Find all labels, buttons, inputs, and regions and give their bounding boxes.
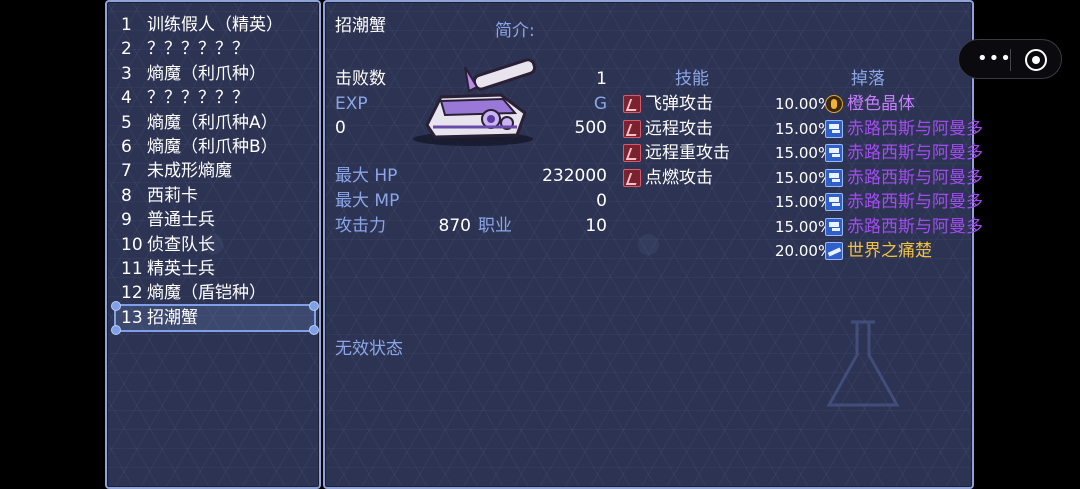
capsule-divider bbox=[1010, 49, 1011, 71]
drop-item-name: 橙色晶体 bbox=[847, 94, 915, 114]
gun-icon bbox=[825, 119, 843, 138]
drop-item-name: 赤路西斯与阿曼多 bbox=[847, 167, 983, 188]
max-hp-label: 最大 HP bbox=[335, 166, 398, 186]
cursor-handle bbox=[111, 301, 121, 311]
crystal-icon bbox=[825, 95, 843, 113]
enemy-list-window: 1 训练假人（精英） 2 ？？？？？？ 3 熵魔（利爪种） 4 ？？？？？？ 5 熵魔（利爪种A）… bbox=[105, 0, 321, 489]
skill-name: 远程重攻击 bbox=[645, 143, 730, 163]
invalid-status-label: 无效状态 bbox=[335, 339, 403, 359]
world-icon bbox=[825, 242, 843, 260]
job-value: 10 bbox=[585, 216, 607, 236]
skill-name: 飞弹攻击 bbox=[645, 94, 713, 114]
list-item-number: 7 bbox=[121, 161, 132, 182]
drops-header: 掉落 bbox=[851, 69, 885, 89]
drop-rate: 15.00% bbox=[775, 217, 833, 236]
list-item-name: 熵魔（盾铠种） bbox=[147, 283, 266, 304]
gun-icon bbox=[825, 144, 843, 162]
cursor-handle bbox=[309, 301, 319, 311]
list-item-number: 12 bbox=[121, 283, 143, 304]
list-item-number: 4 bbox=[121, 88, 132, 109]
drop-rate: 15.00% bbox=[775, 144, 833, 162]
drop-rate: 15.00% bbox=[775, 168, 833, 187]
list-item-number: 9 bbox=[121, 210, 132, 231]
skill-icon bbox=[623, 119, 641, 138]
list-item-name: 招潮蟹 bbox=[147, 307, 198, 328]
enemy-list-item[interactable]: 9 普通士兵 bbox=[121, 208, 215, 232]
enemy-list-item[interactable]: 5 熵魔（利爪种A） bbox=[121, 111, 278, 135]
enemy-list-item[interactable]: 13 招潮蟹 bbox=[121, 306, 198, 330]
skill-icon bbox=[623, 95, 641, 113]
enemy-list-item[interactable]: 12 熵魔（盾铠种） bbox=[121, 281, 266, 305]
list-item-number: 2 bbox=[121, 39, 132, 60]
cursor-handle bbox=[309, 325, 319, 335]
attack-value: 870 bbox=[438, 216, 471, 236]
defeat-label: 击败数 bbox=[335, 69, 386, 89]
skill-name: 点燃攻击 bbox=[645, 167, 713, 188]
list-item-name: 西莉卡 bbox=[147, 185, 198, 206]
list-item-number: 6 bbox=[121, 137, 132, 157]
list-item-name: 熵魔（利爪种A） bbox=[147, 112, 278, 133]
list-item-number: 8 bbox=[121, 185, 132, 206]
list-item-name: 训练假人（精英） bbox=[147, 15, 283, 35]
list-item-name: 熵魔（利爪种B） bbox=[147, 137, 278, 157]
list-item-name: 侦查队长 bbox=[147, 234, 215, 255]
enemy-list-item[interactable]: 8 西莉卡 bbox=[121, 184, 198, 208]
drop-rate: 15.00% bbox=[775, 193, 833, 211]
list-item-number: 10 bbox=[121, 234, 143, 255]
gun-icon bbox=[825, 217, 843, 236]
enemy-list-item[interactable]: 11 精英士兵 bbox=[121, 257, 215, 281]
drop-item-name: 赤路西斯与阿曼多 bbox=[847, 118, 983, 139]
g-value: 500 bbox=[574, 118, 607, 138]
enemy-name: 招潮蟹 bbox=[335, 16, 386, 36]
enemy-list-item[interactable]: 4 ？？？？？？ bbox=[121, 86, 249, 110]
gun-icon bbox=[825, 168, 843, 187]
list-item-name: 精英士兵 bbox=[147, 259, 215, 279]
attack-label: 攻击力 bbox=[335, 216, 386, 236]
list-item-number: 11 bbox=[121, 259, 143, 279]
max-mp-value: 0 bbox=[596, 191, 607, 211]
enemy-list-item[interactable]: 6 熵魔（利爪种B） bbox=[121, 135, 278, 159]
drop-rate: 20.00% bbox=[775, 242, 833, 260]
enemy-list-item[interactable]: 1 训练假人（精英） bbox=[121, 13, 283, 37]
list-item-name: ？？？？？？ bbox=[147, 88, 249, 109]
close-target-icon[interactable] bbox=[1025, 49, 1047, 71]
max-mp-label: 最大 MP bbox=[335, 191, 400, 211]
drop-rate: 10.00% bbox=[775, 95, 833, 113]
skill-icon bbox=[623, 168, 641, 187]
list-item-name: 熵魔（利爪种） bbox=[147, 63, 266, 84]
drop-item-name: 世界之痛楚 bbox=[847, 241, 932, 261]
exp-label: EXP bbox=[335, 94, 368, 114]
list-item-number: 3 bbox=[121, 63, 132, 84]
drop-item-name: 赤路西斯与阿曼多 bbox=[847, 143, 983, 163]
job-label: 职业 bbox=[478, 216, 512, 236]
intro-label: 简介: bbox=[495, 21, 535, 41]
max-hp-value: 232000 bbox=[542, 166, 607, 186]
list-item-number: 1 bbox=[121, 15, 132, 35]
skill-icon bbox=[623, 144, 641, 162]
list-item-number: 5 bbox=[121, 112, 132, 133]
drop-item-name: 赤路西斯与阿曼多 bbox=[847, 192, 983, 212]
enemy-list-item[interactable]: 7 未成形熵魔 bbox=[121, 159, 232, 183]
g-label: G bbox=[593, 94, 607, 114]
enemy-detail-window: 招潮蟹 简介: 击败数 1 EXP G 0 500 最大 HP 232000 最… bbox=[323, 0, 983, 489]
gun-icon bbox=[825, 193, 843, 211]
miniprogram-capsule: ••• bbox=[958, 39, 1062, 79]
cursor-handle bbox=[111, 325, 121, 335]
defeat-value: 1 bbox=[596, 69, 607, 89]
list-item-name: ？？？？？？ bbox=[147, 39, 249, 60]
drop-item-name: 赤路西斯与阿曼多 bbox=[847, 216, 983, 237]
skills-header: 技能 bbox=[675, 69, 709, 89]
skill-name: 远程攻击 bbox=[645, 118, 713, 139]
enemy-list-item[interactable]: 2 ？？？？？？ bbox=[121, 37, 249, 61]
exp-value: 0 bbox=[335, 118, 346, 138]
enemy-list-item[interactable]: 10 侦查队长 bbox=[121, 233, 215, 257]
drop-rate: 15.00% bbox=[775, 119, 833, 138]
list-item-name: 未成形熵魔 bbox=[147, 161, 232, 182]
list-item-number: 13 bbox=[121, 307, 143, 328]
more-menu-icon[interactable]: ••• bbox=[977, 48, 1012, 69]
list-item-name: 普通士兵 bbox=[147, 210, 215, 231]
flask-watermark bbox=[826, 320, 900, 407]
enemy-list-item[interactable]: 3 熵魔（利爪种） bbox=[121, 62, 266, 86]
